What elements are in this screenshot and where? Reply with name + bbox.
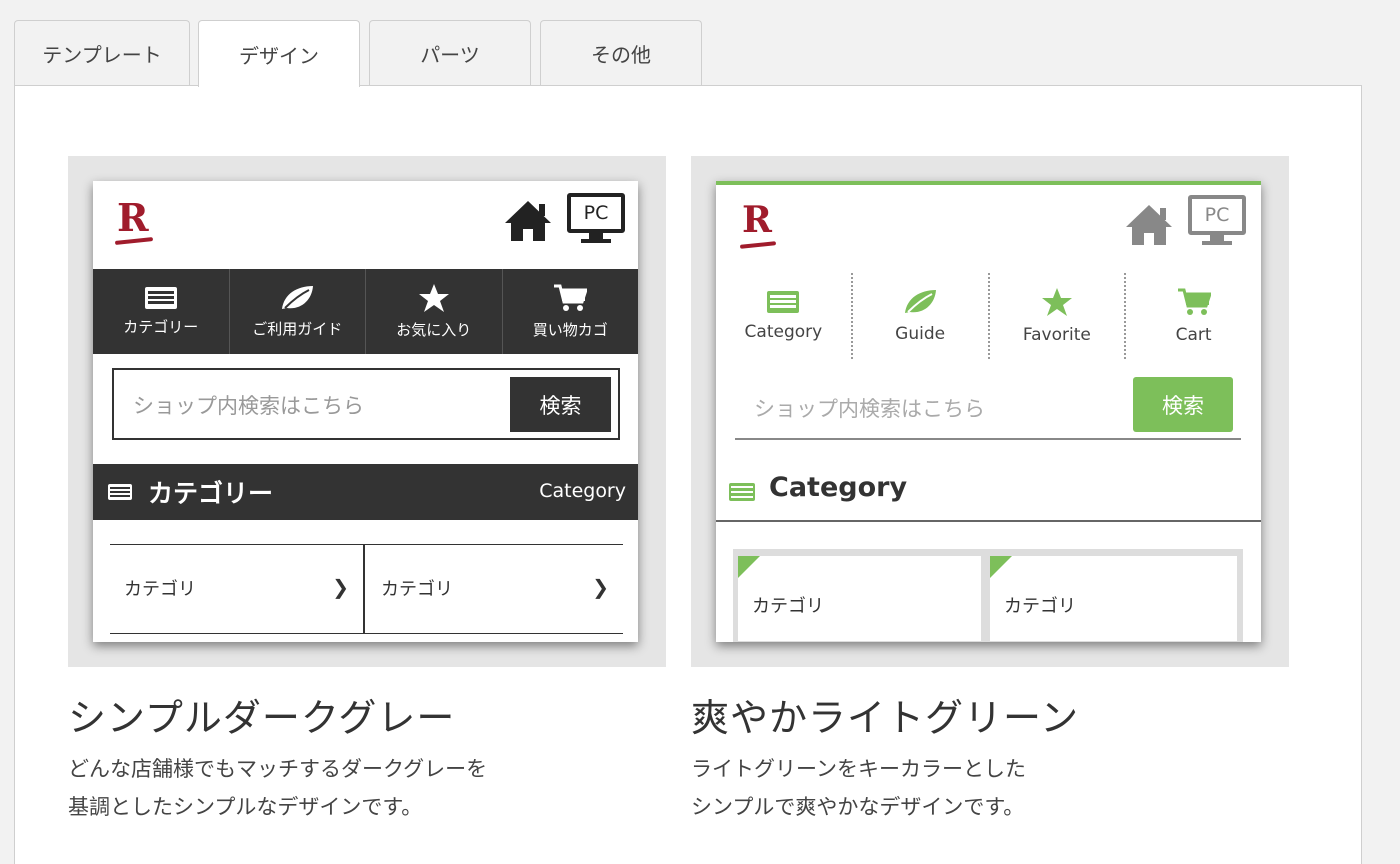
- corner-marker: [738, 556, 760, 578]
- accent-top-bar: [716, 181, 1261, 185]
- pc-view-icon: PC: [567, 193, 625, 245]
- list-icon: [767, 291, 800, 313]
- chevron-right-icon: ❯: [592, 575, 609, 599]
- pc-label: PC: [567, 193, 625, 233]
- nav-favorite-label: Favorite: [1022, 325, 1091, 345]
- design-description: ライトグリーンをキーカラーとした シンプルで爽やかなデザインです。: [691, 750, 1289, 826]
- dark-search-box: ショップ内検索はこちら 検索: [112, 368, 620, 440]
- corner-marker: [990, 556, 1012, 578]
- search-placeholder: ショップ内検索はこちら: [754, 397, 985, 421]
- dark-category-header: カテゴリー Category: [93, 464, 638, 520]
- logo-swoosh: [739, 241, 777, 249]
- green-category-grid: カテゴリ カテゴリ: [733, 549, 1243, 642]
- category-item: カテゴリ: [738, 556, 981, 641]
- pc-label: PC: [1188, 195, 1246, 235]
- nav-guide-label: Guide: [895, 324, 946, 344]
- nav-cart: 買い物カゴ: [503, 269, 639, 354]
- design-preview-dark[interactable]: R PC カテゴリー ご利用ガイド お気に入り 買い物カゴ ショップ内検索はこち…: [68, 156, 666, 667]
- green-search-box: ショップ内検索はこちら 検索: [735, 377, 1241, 440]
- category-item: カテゴリ: [990, 556, 1237, 641]
- green-category-header: Category: [716, 464, 1261, 522]
- design-card-light-green[interactable]: R PC Category Guide Favorite Cart ショップ内検…: [691, 156, 1289, 826]
- search-button: 検索: [510, 377, 611, 432]
- category-item-label: カテゴリ: [381, 579, 453, 600]
- dark-category-row: カテゴリ ❯ カテゴリ ❯: [110, 544, 623, 634]
- category-item-label: カテゴリ: [1004, 596, 1076, 617]
- rakuten-logo: R: [742, 199, 772, 241]
- list-icon: [144, 287, 177, 309]
- dark-nav-bar: カテゴリー ご利用ガイド お気に入り 買い物カゴ: [93, 269, 638, 354]
- tab-parts[interactable]: パーツ: [369, 20, 531, 86]
- category-title: カテゴリー: [148, 479, 274, 508]
- nav-category: Category: [716, 273, 853, 359]
- leaf-icon: [282, 286, 314, 309]
- search-button: 検索: [1133, 377, 1233, 432]
- phone-mockup-green: R PC Category Guide Favorite Cart ショップ内検…: [716, 181, 1261, 642]
- category-item-label: カテゴリ: [752, 596, 824, 617]
- design-card-dark-gray[interactable]: R PC カテゴリー ご利用ガイド お気に入り 買い物カゴ ショップ内検索はこち…: [68, 156, 666, 826]
- design-description: どんな店舗様でもマッチするダークグレーを 基調としたシンプルなデザインです。: [68, 750, 666, 826]
- tab-template[interactable]: テンプレート: [14, 20, 190, 86]
- pc-view-icon: PC: [1188, 195, 1246, 247]
- nav-guide-label: ご利用ガイド: [252, 320, 343, 338]
- list-icon: [108, 484, 132, 500]
- design-description-line: 基調としたシンプルなデザインです。: [68, 795, 423, 819]
- design-description-line: シンプルで爽やかなデザインです。: [691, 795, 1025, 819]
- category-item: カテゴリ ❯: [110, 545, 365, 633]
- nav-cart-label: 買い物カゴ: [532, 321, 608, 339]
- cart-icon: [554, 284, 588, 311]
- tab-other[interactable]: その他: [540, 20, 702, 86]
- cart-icon: [1177, 288, 1211, 315]
- star-icon: [1041, 288, 1072, 316]
- star-icon: [418, 284, 449, 312]
- design-name: シンプルダークグレー: [68, 696, 456, 740]
- home-icon: [1126, 205, 1172, 245]
- leaf-icon: [905, 290, 937, 313]
- green-nav-bar: Category Guide Favorite Cart: [716, 273, 1261, 359]
- category-title: Category: [769, 472, 908, 503]
- nav-cart: Cart: [1126, 273, 1261, 359]
- home-icon: [505, 201, 551, 241]
- phone-mockup-dark: R PC カテゴリー ご利用ガイド お気に入り 買い物カゴ ショップ内検索はこち…: [93, 181, 638, 642]
- nav-cart-label: Cart: [1175, 325, 1212, 345]
- category-item-label: カテゴリ: [124, 579, 196, 600]
- chevron-right-icon: ❯: [332, 575, 349, 599]
- rakuten-logo: R: [117, 195, 149, 240]
- design-preview-green[interactable]: R PC Category Guide Favorite Cart ショップ内検…: [691, 156, 1289, 667]
- category-subtitle: Category: [539, 480, 626, 502]
- design-panel: R PC カテゴリー ご利用ガイド お気に入り 買い物カゴ ショップ内検索はこち…: [14, 85, 1362, 864]
- list-icon: [729, 483, 755, 501]
- nav-category-label: Category: [744, 322, 823, 342]
- nav-favorite: お気に入り: [366, 269, 503, 354]
- search-placeholder: ショップ内検索はこちら: [133, 394, 364, 418]
- tab-design[interactable]: デザイン: [198, 20, 360, 87]
- design-description-line: どんな店舗様でもマッチするダークグレーを: [68, 757, 488, 781]
- nav-favorite: Favorite: [990, 273, 1127, 359]
- nav-guide: Guide: [853, 273, 990, 359]
- nav-favorite-label: お気に入り: [396, 321, 472, 339]
- nav-category-label: カテゴリー: [123, 318, 199, 336]
- design-description-line: ライトグリーンをキーカラーとした: [691, 757, 1026, 781]
- design-name: 爽やかライトグリーン: [691, 696, 1080, 740]
- category-item: カテゴリ ❯: [367, 545, 623, 633]
- nav-guide: ご利用ガイド: [230, 269, 366, 354]
- nav-category: カテゴリー: [93, 269, 230, 354]
